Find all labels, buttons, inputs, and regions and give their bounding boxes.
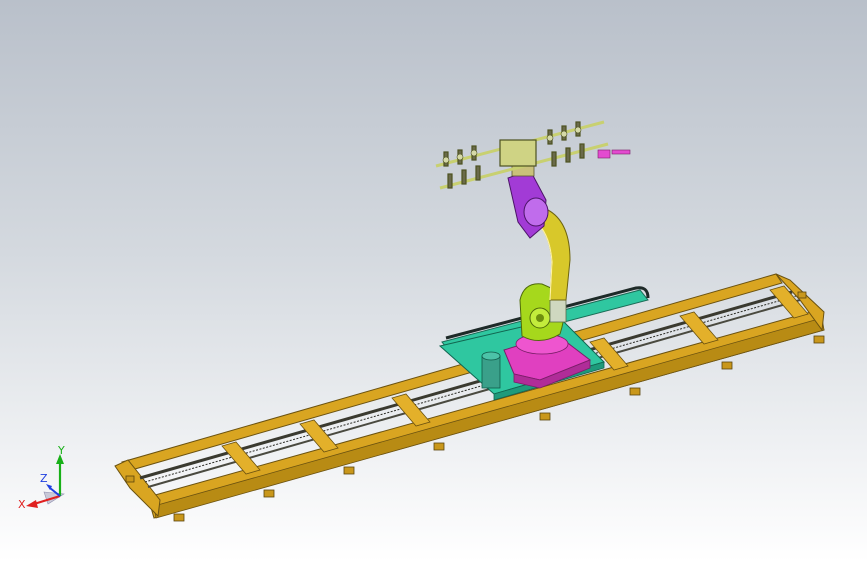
servo-motor — [481, 355, 501, 389]
rail-beam-back — [121, 273, 783, 472]
3d-viewport[interactable]: Y Z X — [0, 0, 867, 562]
triad-y-label: Y — [57, 444, 65, 457]
linear-rail-assembly — [114, 273, 825, 522]
triad-x-label: X — [18, 498, 26, 511]
coordinate-triad-icon: Y Z X — [18, 444, 65, 511]
cad-model-scene[interactable] — [0, 0, 867, 562]
triad-z-label: Z — [40, 472, 48, 485]
robot-wrist — [507, 159, 549, 239]
